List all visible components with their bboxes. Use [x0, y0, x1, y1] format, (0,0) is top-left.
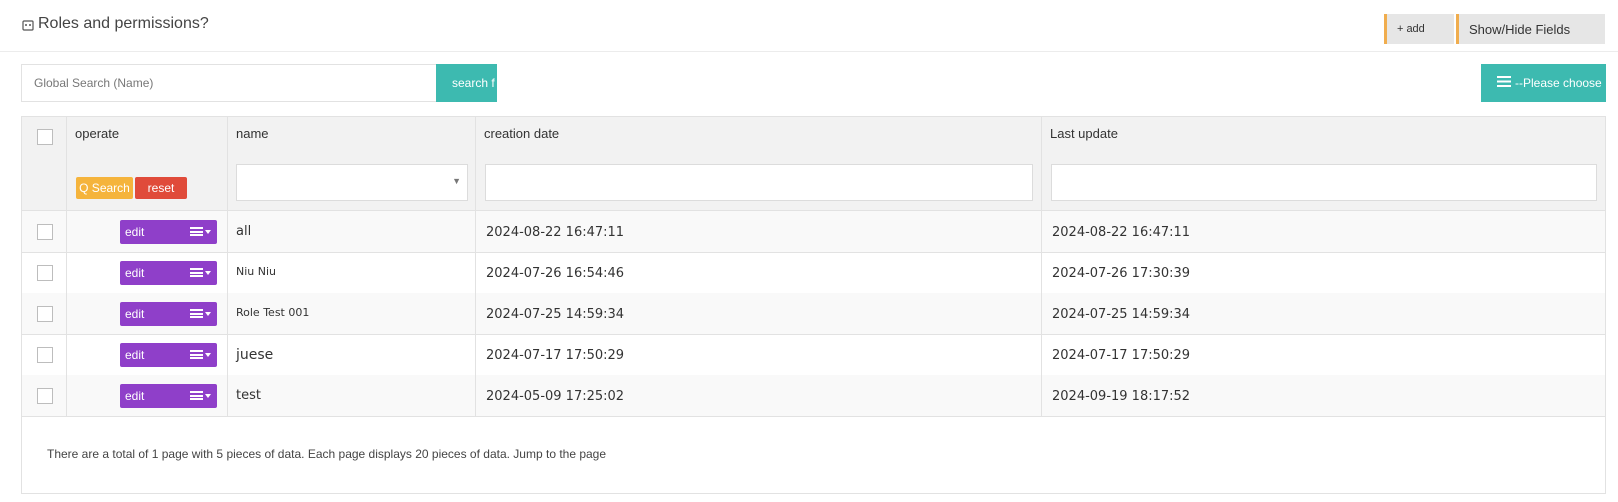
- role-name: juese: [236, 347, 274, 363]
- last-update: 2024-08-22 16:47:11: [1052, 225, 1191, 240]
- last-update-filter-input[interactable]: [1051, 164, 1597, 201]
- edit-button[interactable]: edit: [120, 225, 180, 239]
- edit-button-group[interactable]: edit: [120, 343, 217, 367]
- chevron-down-icon: ▼: [452, 176, 461, 186]
- last-update: 2024-07-17 17:50:29: [1052, 348, 1191, 363]
- edit-button[interactable]: edit: [120, 266, 180, 280]
- list-icon: [1497, 76, 1511, 90]
- table-row: edit test 2024-05-09 17:25:02 2024-09-19…: [22, 375, 1605, 417]
- select-all-cell: [22, 117, 67, 210]
- name-filter-select[interactable]: ▼: [236, 164, 468, 201]
- table-row: edit Niu Niu 2024-07-26 16:54:46 2024-07…: [22, 252, 1605, 294]
- creation-date: 2024-07-17 17:50:29: [486, 348, 625, 363]
- name-column-header: name ▼: [228, 117, 476, 210]
- edit-button-group[interactable]: edit: [120, 220, 217, 244]
- edit-button-group[interactable]: edit: [120, 302, 217, 326]
- quick-search-button[interactable]: Q Search: [76, 177, 133, 199]
- show-hide-fields-label: Show/Hide Fields: [1469, 21, 1571, 37]
- creation-date: 2024-07-25 14:59:34: [486, 307, 625, 322]
- menu-dropdown-icon[interactable]: [190, 391, 211, 400]
- role-name: Niu Niu: [236, 265, 277, 278]
- plus-icon: +: [1397, 23, 1404, 35]
- menu-dropdown-icon[interactable]: [190, 309, 211, 318]
- menu-dropdown-icon[interactable]: [190, 268, 211, 277]
- edit-button-group[interactable]: edit: [120, 261, 217, 285]
- select-all-checkbox[interactable]: [37, 129, 53, 145]
- menu-dropdown-icon[interactable]: [190, 350, 211, 359]
- roles-table: operate Q Search reset name ▼ creation d…: [21, 116, 1606, 494]
- row-checkbox[interactable]: [37, 265, 53, 281]
- row-checkbox[interactable]: [37, 224, 53, 240]
- creation-date: 2024-08-22 16:47:11: [486, 225, 625, 240]
- last-update-column-header: Last update: [1042, 117, 1605, 210]
- table-header-row: operate Q Search reset name ▼ creation d…: [22, 117, 1605, 211]
- page-title: Roles and permissions?: [22, 15, 209, 33]
- role-icon: [22, 18, 34, 31]
- creation-date: 2024-05-09 17:25:02: [486, 389, 625, 404]
- column-header-last-update: Last update: [1050, 126, 1118, 141]
- show-hide-fields-button[interactable]: Show/Hide Fields: [1456, 14, 1605, 44]
- row-checkbox[interactable]: [37, 347, 53, 363]
- role-name: test: [236, 388, 261, 403]
- pagination-summary: There are a total of 1 page with 5 piece…: [47, 447, 607, 461]
- table-row: edit all 2024-08-22 16:47:11 2024-08-22 …: [22, 211, 1605, 253]
- creation-date-column-header: creation date: [476, 117, 1042, 210]
- add-button-label: add: [1406, 23, 1425, 35]
- creation-date: 2024-07-26 16:54:46: [486, 266, 625, 281]
- please-choose-dropdown[interactable]: --Please choose: [1481, 64, 1606, 102]
- role-name: all: [236, 224, 252, 239]
- role-name: Role Test 001: [236, 306, 310, 319]
- page-title-text: Roles and permissions?: [38, 15, 209, 32]
- last-update: 2024-07-25 14:59:34: [1052, 307, 1191, 322]
- last-update: 2024-07-26 17:30:39: [1052, 266, 1191, 281]
- row-checkbox[interactable]: [37, 388, 53, 404]
- search-button[interactable]: search f: [436, 64, 497, 102]
- add-button[interactable]: + add: [1384, 14, 1454, 44]
- operate-column-header: operate Q Search reset: [67, 117, 228, 210]
- column-header-operate: operate: [75, 126, 120, 141]
- table-row: edit Role Test 001 2024-07-25 14:59:34 2…: [22, 293, 1605, 335]
- row-checkbox[interactable]: [37, 306, 53, 322]
- global-search: search f: [21, 64, 497, 102]
- edit-button[interactable]: edit: [120, 389, 180, 403]
- edit-button[interactable]: edit: [120, 307, 180, 321]
- creation-date-filter-input[interactable]: [485, 164, 1033, 201]
- global-search-input[interactable]: [22, 65, 436, 101]
- menu-dropdown-icon[interactable]: [190, 227, 211, 236]
- please-choose-label: --Please choose: [1515, 76, 1602, 90]
- edit-button[interactable]: edit: [120, 348, 180, 362]
- page-header: Roles and permissions? + add Show/Hide F…: [0, 0, 1618, 52]
- column-header-name: name: [236, 126, 269, 141]
- last-update: 2024-09-19 18:17:52: [1052, 389, 1191, 404]
- reset-button[interactable]: reset: [135, 177, 187, 199]
- column-header-creation-date: creation date: [484, 126, 560, 141]
- table-row: edit juese 2024-07-17 17:50:29 2024-07-1…: [22, 334, 1605, 376]
- edit-button-group[interactable]: edit: [120, 384, 217, 408]
